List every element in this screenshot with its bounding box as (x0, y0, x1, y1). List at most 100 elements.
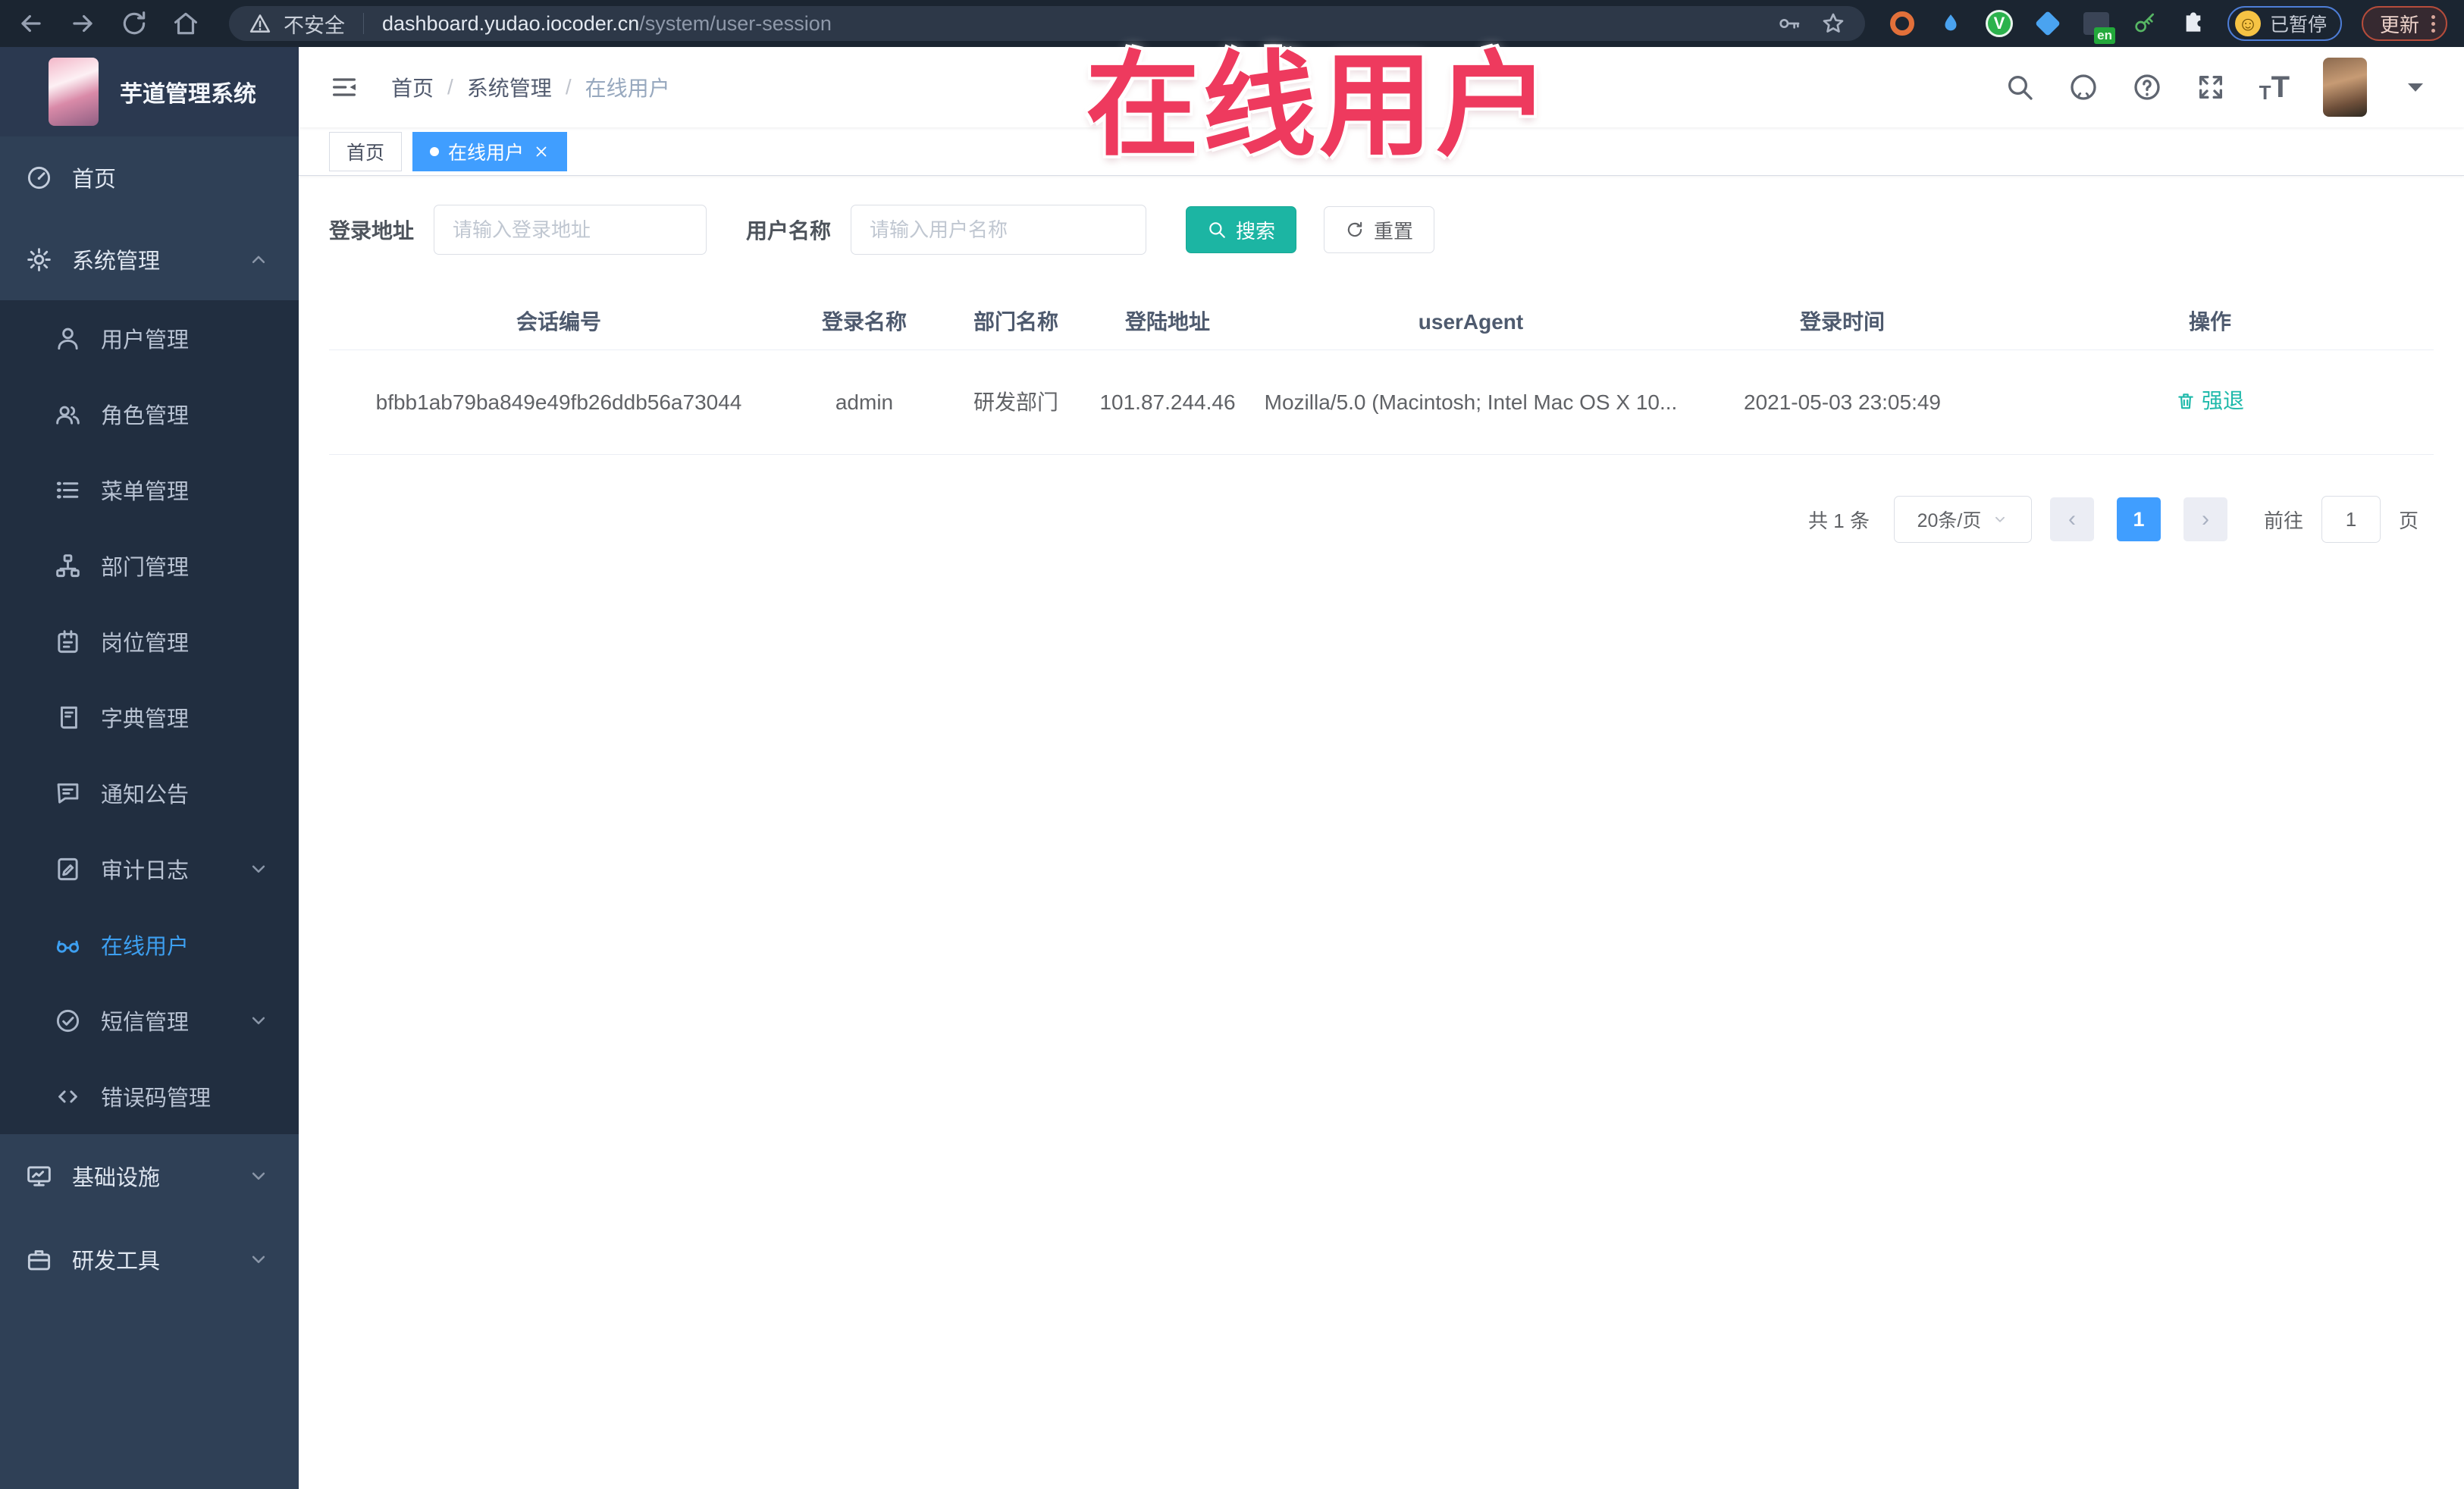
code-icon (55, 1083, 81, 1110)
sidebar-item-department-management[interactable]: 部门管理 (0, 528, 299, 603)
table-row: bfbb1ab79ba849e49fb26ddb56a73044 admin 研… (329, 350, 2434, 455)
org-tree-icon (55, 553, 81, 579)
login-address-label: 登录地址 (329, 219, 415, 243)
cell-login-name: admin (835, 390, 894, 414)
refresh-icon (1345, 220, 1365, 240)
font-size-icon[interactable]: TT (2259, 72, 2290, 102)
reset-button[interactable]: 重置 (1324, 206, 1435, 253)
breadcrumb: 首页 / 系统管理 / 在线用户 (391, 72, 670, 102)
force-logout-button[interactable]: 强退 (2176, 385, 2244, 417)
breadcrumb-home[interactable]: 首页 (391, 72, 434, 102)
sidebar-collapse-icon[interactable] (329, 72, 359, 102)
tab-close-icon[interactable] (533, 143, 550, 160)
dictionary-book-icon (55, 704, 81, 731)
tab-home[interactable]: 首页 (329, 131, 403, 171)
breadcrumb-system-management[interactable]: 系统管理 (467, 72, 552, 102)
trash-icon (2176, 391, 2196, 411)
app-title: 芋道管理系统 (120, 82, 256, 107)
extension-drop-icon[interactable] (1936, 9, 1965, 38)
chevron-down-icon (247, 1165, 270, 1187)
search-button[interactable]: 搜索 (1186, 206, 1297, 253)
avatar-caret-down-icon[interactable] (2400, 72, 2431, 102)
toolbox-icon (26, 1246, 52, 1273)
tab-bar: 首页 在线用户 (299, 127, 2464, 176)
active-tab-dot (430, 146, 440, 156)
chevron-up-icon (247, 248, 270, 271)
cell-user-agent: Mozilla/5.0 (Macintosh; Intel Mac OS X 1… (1264, 390, 1678, 414)
sidebar-item-menu-management[interactable]: 菜单管理 (0, 452, 299, 528)
browser-reload-icon[interactable] (120, 9, 149, 38)
not-secure-warning-icon[interactable] (249, 12, 271, 35)
sidebar-item-dev-tools[interactable]: 研发工具 (0, 1218, 299, 1301)
user-avatar[interactable] (2323, 58, 2367, 117)
column-department: 部门名称 (973, 309, 1058, 334)
browser-update-button[interactable]: 更新 (2361, 6, 2447, 41)
browser-menu-icon[interactable] (2431, 14, 2435, 33)
cell-login-address: 101.87.244.46 (1099, 390, 1236, 414)
online-users-icon (55, 932, 81, 958)
sidebar-item-sms-management[interactable]: 短信管理 (0, 983, 299, 1058)
profile-paused-badge[interactable]: ☺ 已暂停 (2227, 6, 2342, 41)
sidebar-item-home[interactable]: 首页 (0, 136, 299, 218)
tab-online-users[interactable]: 在线用户 (412, 131, 568, 171)
sidebar-item-infrastructure[interactable]: 基础设施 (0, 1134, 299, 1218)
chevron-down-icon (247, 1009, 270, 1032)
current-page-button[interactable]: 1 (2116, 497, 2161, 541)
column-session-id: 会话编号 (516, 309, 601, 334)
fullscreen-icon[interactable] (2196, 72, 2226, 102)
cell-session-id: bfbb1ab79ba849e49fb26ddb56a73044 (375, 390, 742, 414)
address-bar[interactable]: 不安全 dashboard.yudao.iocoder.cn/system/us… (229, 6, 1865, 41)
extension-v-icon[interactable]: V (1985, 9, 2014, 38)
header-actions: TT (2005, 58, 2431, 117)
cell-login-time: 2021-05-03 23:05:49 (1744, 390, 1941, 414)
sidebar-item-online-users[interactable]: 在线用户 (0, 907, 299, 983)
browser-home-icon[interactable] (171, 9, 200, 38)
sidebar-logo-block[interactable]: 芋道管理系统 (0, 47, 299, 136)
bookmark-star-icon[interactable] (1821, 11, 1845, 36)
password-key-icon[interactable] (1777, 11, 1801, 36)
system-management-submenu: 用户管理 角色管理 菜单管理 部门管理 岗位管理 字典管理 通知公告 审计日志 … (0, 300, 299, 1134)
monitor-chart-icon (26, 1163, 52, 1190)
sidebar-item-user-management[interactable]: 用户管理 (0, 300, 299, 376)
next-page-button[interactable]: › (2183, 497, 2227, 541)
filter-row: 登录地址 用户名称 搜索 重置 (329, 205, 2434, 255)
post-badge-icon (55, 629, 81, 655)
goto-page-input[interactable] (2321, 496, 2381, 543)
extension-translate-icon[interactable]: en (2082, 9, 2115, 44)
sidebar-item-post-management[interactable]: 岗位管理 (0, 603, 299, 679)
update-label: 更新 (2379, 13, 2419, 36)
menu-list-icon (55, 477, 81, 503)
extension-key-icon[interactable] (2130, 9, 2159, 38)
breadcrumb-current: 在线用户 (585, 77, 670, 100)
goto-label: 前往 (2263, 509, 2303, 532)
sidebar-item-system-management[interactable]: 系统管理 (0, 218, 299, 300)
page-size-select[interactable]: 20条/页 (1893, 496, 2032, 543)
paused-label: 已暂停 (2269, 14, 2327, 36)
user-icon (55, 325, 81, 352)
profile-emoji-icon: ☺ (2234, 11, 2261, 36)
roles-icon (55, 401, 81, 428)
table-header-row: 会话编号 登录名称 部门名称 登陆地址 userAgent 登录时间 操作 (329, 294, 2434, 350)
extensions-puzzle-icon[interactable] (2179, 9, 2208, 38)
sidebar-item-announcement[interactable]: 通知公告 (0, 755, 299, 831)
column-login-address: 登陆地址 (1124, 309, 1210, 334)
sidebar-item-error-code-management[interactable]: 错误码管理 (0, 1058, 299, 1134)
cell-department: 研发部门 (973, 390, 1058, 414)
sidebar-item-role-management[interactable]: 角色管理 (0, 376, 299, 452)
help-icon[interactable] (2132, 72, 2162, 102)
sidebar-item-dict-management[interactable]: 字典管理 (0, 679, 299, 755)
chevron-down-icon (247, 857, 270, 880)
select-caret-icon (1992, 511, 2008, 528)
url-path: /system/user-session (639, 11, 832, 35)
sidebar-item-audit-log[interactable]: 审计日志 (0, 831, 299, 907)
user-name-input[interactable] (851, 205, 1147, 255)
extension-diamond-icon[interactable] (2033, 9, 2062, 38)
browser-forward-icon[interactable] (68, 9, 97, 38)
header-search-icon[interactable] (2005, 72, 2035, 102)
github-icon[interactable] (2068, 72, 2099, 102)
extension-orange-icon[interactable] (1888, 9, 1917, 38)
pagination: 共 1 条 20条/页 ‹ 1 › 前往 页 (329, 496, 2434, 543)
browser-back-icon[interactable] (17, 9, 45, 38)
prev-page-button[interactable]: ‹ (2049, 497, 2094, 541)
login-address-input[interactable] (434, 205, 707, 255)
